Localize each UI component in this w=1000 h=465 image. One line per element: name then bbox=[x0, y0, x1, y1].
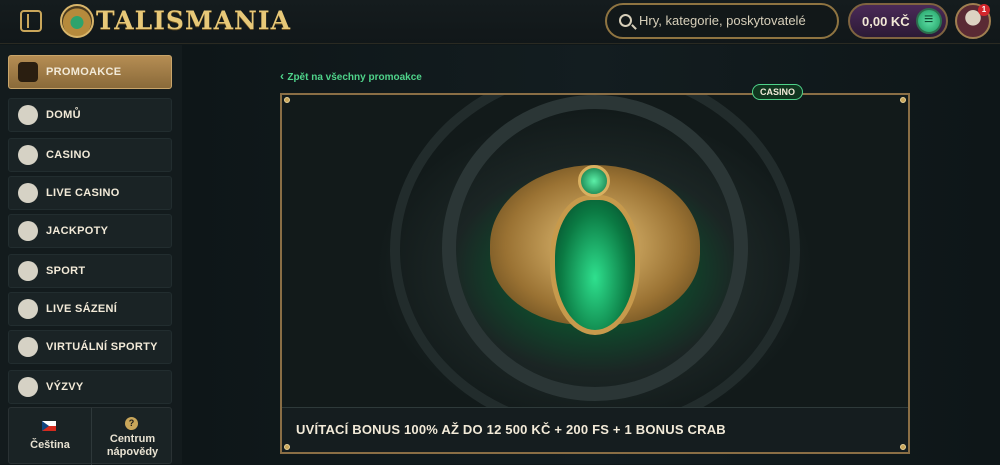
scarab-body-image bbox=[550, 195, 640, 335]
spade-icon bbox=[18, 183, 38, 203]
balance-button[interactable]: 0,00 KČ bbox=[848, 3, 948, 39]
sidebar-item-label: SPORT bbox=[46, 265, 86, 277]
sidebar-item-label: LIVE SÁZENÍ bbox=[46, 303, 118, 315]
sidebar-item-live-casino[interactable]: LIVE CASINO bbox=[8, 176, 172, 210]
corner-ornament bbox=[284, 444, 290, 450]
home-icon bbox=[18, 105, 38, 125]
search-icon bbox=[619, 14, 632, 27]
sidebar: PROMOAKCE DOMŮ CASINO LIVE CASINO JACKPO… bbox=[0, 45, 182, 465]
sidebar-item-jackpoty[interactable]: JACKPOTY bbox=[8, 214, 172, 248]
main-content: Zpět na všechny promoakce CASINO UVÍTACÍ… bbox=[182, 45, 1000, 464]
back-to-promotions-link[interactable]: Zpět na všechny promoakce bbox=[280, 69, 422, 83]
casino-chip-icon bbox=[18, 145, 38, 165]
sidebar-item-casino[interactable]: CASINO bbox=[8, 138, 172, 172]
corner-ornament bbox=[900, 97, 906, 103]
sidebar-item-label: PROMOAKCE bbox=[46, 66, 122, 78]
trophy-icon bbox=[18, 377, 38, 397]
emerald-gem-image bbox=[578, 165, 610, 197]
sidebar-item-label: CASINO bbox=[46, 149, 91, 161]
sidebar-footer: Čeština ? Centrum nápovědy bbox=[8, 407, 172, 465]
top-header: TALISMANIA 0,00 KČ 1 bbox=[0, 0, 1000, 44]
sidebar-item-promoakce[interactable]: PROMOAKCE bbox=[8, 55, 172, 89]
deposit-coins-icon[interactable] bbox=[916, 8, 942, 34]
help-label: Centrum nápovědy bbox=[106, 433, 159, 458]
sidebar-item-vyzvy[interactable]: VÝZVY bbox=[8, 370, 172, 404]
sidebar-item-live-sazeni[interactable]: LIVE SÁZENÍ bbox=[8, 292, 172, 326]
sidebar-toggle-icon[interactable] bbox=[20, 10, 42, 32]
clover-icon bbox=[18, 221, 38, 241]
sidebar-item-sport[interactable]: SPORT bbox=[8, 254, 172, 288]
sidebar-item-label: VÝZVY bbox=[46, 381, 84, 393]
language-label: Čeština bbox=[30, 439, 70, 451]
help-icon: ? bbox=[125, 417, 138, 430]
search-box[interactable] bbox=[605, 3, 839, 39]
promo-caption-bar: UVÍTACÍ BONUS 100% AŽ DO 12 500 KČ + 200… bbox=[282, 407, 908, 452]
soccer-ball-icon bbox=[18, 261, 38, 281]
czech-flag-icon bbox=[42, 421, 56, 431]
balance-value: 0,00 KČ bbox=[862, 14, 910, 29]
sidebar-item-label: DOMŮ bbox=[46, 109, 81, 121]
logo-scarab-icon[interactable] bbox=[60, 4, 94, 38]
gamepad-icon bbox=[18, 337, 38, 357]
promo-banner[interactable]: UVÍTACÍ BONUS 100% AŽ DO 12 500 KČ + 200… bbox=[280, 93, 910, 454]
sidebar-item-label: VIRTUÁLNÍ SPORTY bbox=[46, 341, 158, 353]
promo-title: UVÍTACÍ BONUS 100% AŽ DO 12 500 KČ + 200… bbox=[296, 422, 726, 437]
logo-text[interactable]: TALISMANIA bbox=[96, 6, 291, 35]
sidebar-item-virtualni-sporty[interactable]: VIRTUÁLNÍ SPORTY bbox=[8, 330, 172, 364]
notification-badge: 1 bbox=[978, 4, 990, 16]
sidebar-item-label: LIVE CASINO bbox=[46, 187, 120, 199]
corner-ornament bbox=[284, 97, 290, 103]
play-icon bbox=[18, 299, 38, 319]
sidebar-item-label: JACKPOTY bbox=[46, 225, 109, 237]
category-badge: CASINO bbox=[752, 84, 804, 100]
corner-ornament bbox=[900, 444, 906, 450]
gift-icon bbox=[18, 62, 38, 82]
promo-banner-image bbox=[282, 95, 908, 435]
sidebar-item-domu[interactable]: DOMŮ bbox=[8, 98, 172, 132]
search-input[interactable] bbox=[639, 13, 829, 28]
